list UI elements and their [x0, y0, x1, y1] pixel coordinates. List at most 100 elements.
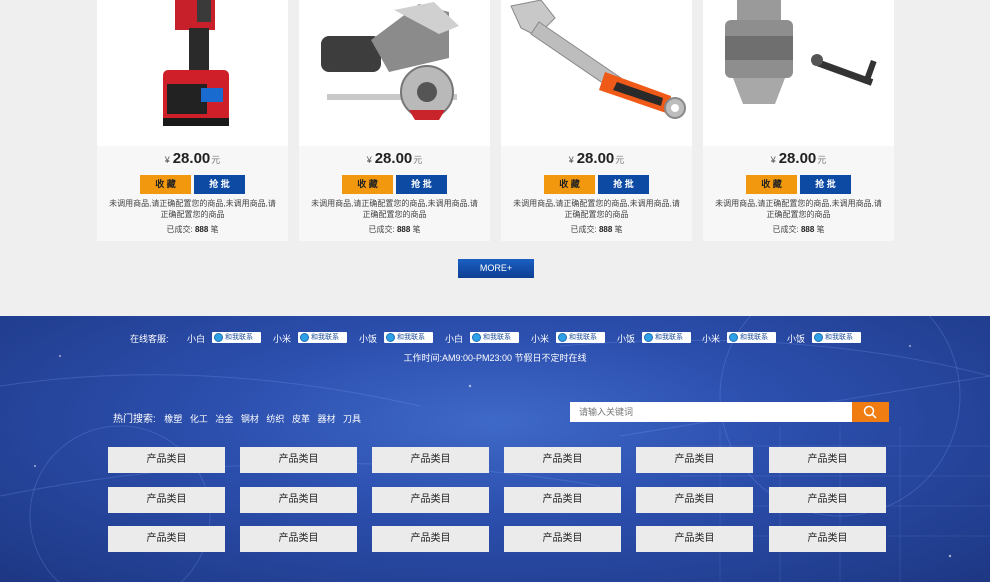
chat-icon: [386, 333, 395, 342]
hot-search-keyword[interactable]: 钢材: [241, 414, 259, 424]
price-value: 28.00: [778, 150, 817, 167]
currency-symbol: ¥: [770, 155, 776, 165]
agent-name: 小白: [445, 334, 464, 344]
more-button[interactable]: MORE+: [458, 259, 534, 278]
price: ¥28.00元: [97, 150, 288, 168]
product-card[interactable]: ¥28.00元 收 藏 抢 批 未调用商品,请正确配置您的商品,未调用商品,请正…: [299, 0, 490, 241]
sold-label: 已成交:: [368, 225, 395, 234]
currency-symbol: ¥: [568, 155, 574, 165]
currency-symbol: ¥: [164, 155, 170, 165]
price-unit: 元: [413, 155, 423, 165]
hot-search-keyword[interactable]: 纺织: [266, 414, 284, 424]
working-hours: 工作时间:AM9:00-PM23:00 节假日不定时在线: [403, 353, 587, 363]
contact-button[interactable]: 和我联系: [812, 332, 861, 343]
search-input[interactable]: [570, 402, 852, 422]
category-button[interactable]: 产品类目: [108, 526, 225, 552]
sold-unit: 笔: [210, 225, 219, 234]
price: ¥28.00元: [501, 150, 692, 168]
online-service-label: 在线客服:: [130, 334, 169, 344]
category-button[interactable]: 产品类目: [240, 447, 357, 473]
price-unit: 元: [817, 155, 827, 165]
agent-name: 小米: [273, 334, 292, 344]
hot-search-keyword[interactable]: 刀具: [343, 414, 361, 424]
agent-name: 小白: [187, 334, 206, 344]
price-value: 28.00: [172, 150, 211, 167]
chat-icon: [729, 333, 738, 342]
contact-button[interactable]: 和我联系: [642, 332, 691, 343]
favorite-button[interactable]: 收 藏: [544, 175, 595, 194]
product-description: 未调用商品,请正确配置您的商品,未调用商品,请正确配置您的商品: [109, 199, 276, 219]
sold-unit: 笔: [412, 225, 421, 234]
hot-search-keyword[interactable]: 化工: [190, 414, 208, 424]
category-button[interactable]: 产品类目: [769, 487, 886, 513]
category-button[interactable]: 产品类目: [769, 526, 886, 552]
sold-count: 已成交: 888 笔: [501, 224, 692, 235]
product-card[interactable]: ¥28.00元 收 藏 抢 批 未调用商品,请正确配置您的商品,未调用商品,请正…: [703, 0, 894, 241]
category-button[interactable]: 产品类目: [372, 447, 489, 473]
footer: 在线客服: 小白 和我联系 小米 和我联系 小饭 和我联系 小白 和我联系 小米…: [0, 316, 990, 582]
price: ¥28.00元: [703, 150, 894, 168]
price-value: 28.00: [576, 150, 615, 167]
category-button[interactable]: 产品类目: [504, 487, 621, 513]
category-button[interactable]: 产品类目: [372, 526, 489, 552]
contact-button[interactable]: 和我联系: [298, 332, 347, 343]
agent-name: 小米: [531, 334, 550, 344]
chat-icon: [558, 333, 567, 342]
category-button[interactable]: 产品类目: [636, 526, 753, 552]
sold-unit: 笔: [614, 225, 623, 234]
category-button[interactable]: 产品类目: [636, 447, 753, 473]
hot-search-keyword[interactable]: 皮革: [292, 414, 310, 424]
category-button[interactable]: 产品类目: [108, 487, 225, 513]
contact-button[interactable]: 和我联系: [470, 332, 519, 343]
buy-button[interactable]: 抢 批: [396, 175, 447, 194]
category-button[interactable]: 产品类目: [504, 526, 621, 552]
product-description: 未调用商品,请正确配置您的商品,未调用商品,请正确配置您的商品: [715, 199, 882, 219]
category-button[interactable]: 产品类目: [636, 487, 753, 513]
agent-name: 小饭: [359, 334, 378, 344]
hot-search-keyword[interactable]: 冶金: [215, 414, 233, 424]
hot-search-keyword[interactable]: 器材: [317, 414, 335, 424]
product-section: ¥28.00元 收 藏 抢 批 未调用商品,请正确配置您的商品,未调用商品,请正…: [0, 0, 990, 316]
currency-symbol: ¥: [366, 155, 372, 165]
buy-button[interactable]: 抢 批: [800, 175, 851, 194]
product-card[interactable]: ¥28.00元 收 藏 抢 批 未调用商品,请正确配置您的商品,未调用商品,请正…: [97, 0, 288, 241]
category-button[interactable]: 产品类目: [372, 487, 489, 513]
sold-number: 888: [396, 225, 411, 234]
sold-label: 已成交:: [570, 225, 597, 234]
product-card[interactable]: ¥28.00元 收 藏 抢 批 未调用商品,请正确配置您的商品,未调用商品,请正…: [501, 0, 692, 241]
favorite-button[interactable]: 收 藏: [140, 175, 191, 194]
chat-icon: [472, 333, 481, 342]
category-button[interactable]: 产品类目: [108, 447, 225, 473]
contact-button[interactable]: 和我联系: [212, 332, 261, 343]
category-button[interactable]: 产品类目: [240, 487, 357, 513]
contact-button[interactable]: 和我联系: [727, 332, 776, 343]
buy-button[interactable]: 抢 批: [598, 175, 649, 194]
product-image-adjustable-wrench[interactable]: [501, 0, 692, 146]
sold-count: 已成交: 888 笔: [97, 224, 288, 235]
favorite-button[interactable]: 收 藏: [342, 175, 393, 194]
category-button[interactable]: 产品类目: [769, 447, 886, 473]
contact-button[interactable]: 和我联系: [384, 332, 433, 343]
category-button[interactable]: 产品类目: [240, 526, 357, 552]
product-image-drill-chuck-and-key[interactable]: [703, 0, 894, 146]
chat-icon: [300, 333, 309, 342]
price: ¥28.00元: [299, 150, 490, 168]
search-bar: [570, 402, 889, 422]
sold-number: 888: [598, 225, 613, 234]
search-icon: [863, 405, 877, 419]
category-button[interactable]: 产品类目: [504, 447, 621, 473]
product-image-circular-saw[interactable]: [299, 0, 490, 146]
hot-search-keyword[interactable]: 橡塑: [164, 414, 182, 424]
buy-button[interactable]: 抢 批: [194, 175, 245, 194]
sold-label: 已成交:: [772, 225, 799, 234]
search-button[interactable]: [852, 402, 889, 422]
hot-search-label: 热门搜索:: [113, 414, 156, 425]
agent-name: 小饭: [787, 334, 806, 344]
contact-button[interactable]: 和我联系: [556, 332, 605, 343]
sold-count: 已成交: 888 笔: [299, 224, 490, 235]
agent-name: 小米: [702, 334, 721, 344]
product-description: 未调用商品,请正确配置您的商品,未调用商品,请正确配置您的商品: [513, 199, 680, 219]
product-image-cordless-drill[interactable]: [97, 0, 288, 146]
favorite-button[interactable]: 收 藏: [746, 175, 797, 194]
sold-count: 已成交: 888 笔: [703, 224, 894, 235]
